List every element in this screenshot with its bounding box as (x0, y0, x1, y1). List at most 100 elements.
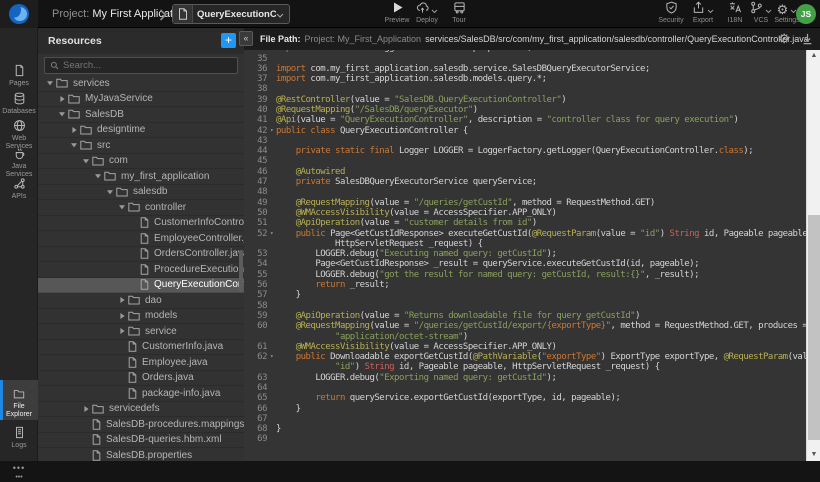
tree-item-designtime[interactable]: designtime (38, 123, 244, 139)
tree-item-models[interactable]: models (38, 309, 244, 325)
line-number: 44 (244, 146, 267, 156)
editor-scrollbar[interactable]: ▲ ▼ (806, 50, 820, 461)
fold-gutter (267, 95, 276, 105)
line-number: 47 (244, 177, 267, 187)
sidebar-item-web-services[interactable]: Web Services (0, 117, 38, 145)
tree-item-service[interactable]: service (38, 324, 244, 340)
tree-item-procedureexecutioncontroller-java[interactable]: ProcedureExecutionController.java (38, 262, 244, 278)
fold-marker-icon[interactable]: ▾ (267, 229, 276, 239)
tree-item-label: designtime (97, 124, 145, 135)
tree-scrollbar-thumb[interactable] (239, 250, 243, 292)
code-line: 35 (244, 54, 806, 64)
tree-item-queryexecutioncontroller-java[interactable]: QueryExecutionController.java (38, 278, 244, 294)
tree-item-servicedefs[interactable]: servicedefs (38, 402, 244, 418)
add-resource-button[interactable]: + (221, 33, 236, 48)
triangle-collapsed-icon[interactable] (58, 95, 68, 103)
triangle-collapsed-icon[interactable] (82, 405, 92, 413)
export-button[interactable]: Export (688, 2, 718, 25)
security-button[interactable]: Security (656, 2, 686, 25)
code-text: @RestController(value = "SalesDB.QueryEx… (276, 95, 806, 105)
triangle-expanded-icon[interactable] (70, 141, 80, 149)
tree-item-salesdb-properties[interactable]: SalesDB.properties (38, 448, 244, 461)
tree-item-salesdb[interactable]: salesdb (38, 185, 244, 201)
file-icon (92, 450, 101, 461)
search-placeholder: Search... (63, 60, 101, 71)
tree-item-label: service (145, 326, 177, 337)
triangle-expanded-icon[interactable] (58, 110, 68, 118)
tree-item-label: models (145, 310, 177, 321)
tree-item-services[interactable]: services (38, 76, 244, 92)
tree-item-controller[interactable]: controller (38, 200, 244, 216)
deploy-button[interactable]: Deploy (412, 2, 442, 25)
open-file-tab-dropdown[interactable]: QueryExecutionCon... (172, 4, 290, 24)
fold-marker-icon[interactable]: ▾ (267, 126, 276, 136)
editor-scrollbar-thumb[interactable] (808, 215, 820, 440)
globe-icon (0, 119, 38, 133)
triangle-collapsed-icon[interactable] (118, 312, 128, 320)
tour-button[interactable]: Tour (444, 2, 474, 25)
tree-item-customerinfo-java[interactable]: CustomerInfo.java (38, 340, 244, 356)
code-text (276, 54, 806, 64)
triangle-expanded-icon[interactable] (46, 79, 56, 87)
triangle-collapsed-icon[interactable] (70, 126, 80, 134)
sidebar-item-file-explorer[interactable]: File Explorer (0, 380, 38, 420)
tree-item-orders-java[interactable]: Orders.java (38, 371, 244, 387)
sidebar-item-java-services[interactable]: Java Services (0, 145, 38, 173)
wavemaker-logo-icon (8, 3, 30, 25)
triangle-expanded-icon[interactable] (82, 157, 92, 165)
fold-gutter (267, 342, 276, 352)
code-line: HttpServletRequest _request) { (244, 239, 806, 249)
sidebar-item-more[interactable]: •••••• (0, 456, 38, 476)
scroll-down-arrow[interactable]: ▼ (807, 449, 820, 461)
tree-item-customerinfocontroller-java[interactable]: CustomerInfoController.java (38, 216, 244, 232)
tree-item-my-first-application[interactable]: my_first_application (38, 169, 244, 185)
tree-item-salesdb-procedures-mappings-json[interactable]: SalesDB-procedures.mappings.json (38, 417, 244, 433)
triangle-collapsed-icon[interactable] (118, 327, 128, 335)
fold-gutter (267, 321, 276, 331)
tree-item-com[interactable]: com (38, 154, 244, 170)
fold-gutter (267, 332, 276, 342)
file-path-bar: File Path: Project: My_First_Application… (244, 28, 820, 50)
tree-item-dao[interactable]: dao (38, 293, 244, 309)
fold-gutter (267, 249, 276, 259)
download-file-icon[interactable] (801, 32, 814, 51)
project-title: Project: My First Application (52, 0, 188, 28)
code-editor[interactable]: 32import com.wavemaker.tools.api.core.mo… (244, 28, 820, 461)
app-logo[interactable] (0, 0, 38, 28)
tree-item-salesdb[interactable]: SalesDB (38, 107, 244, 123)
code-line: 60 @RequestMapping(value = "/queries/get… (244, 321, 806, 331)
fold-gutter (267, 383, 276, 393)
tree-item-employee-java[interactable]: Employee.java (38, 355, 244, 371)
tree-item-src[interactable]: src (38, 138, 244, 154)
line-number: 37 (244, 74, 267, 84)
tree-item-label: SalesDB-queries.hbm.xml (106, 434, 222, 445)
triangle-expanded-icon[interactable] (106, 188, 116, 196)
tree-item-myjavaservice[interactable]: MyJavaService (38, 92, 244, 108)
tree-item-package-info-java[interactable]: package-info.java (38, 386, 244, 402)
chevron-down-icon (431, 1, 438, 19)
sidebar-item-pages[interactable]: Pages (0, 62, 38, 88)
tree-item-salesdb-queries-hbm-xml[interactable]: SalesDB-queries.hbm.xml (38, 433, 244, 449)
user-avatar[interactable]: JS (796, 4, 816, 24)
code-line: 40@RequestMapping("/SalesDB/queryExecuto… (244, 105, 806, 115)
editor-settings-gear-icon[interactable]: ⚙ (778, 31, 790, 47)
code-text: @WMAccessVisibility(value = AccessSpecif… (276, 342, 806, 352)
sidebar-item-apis[interactable]: APIs (0, 175, 38, 201)
tree-item-employeecontroller-java[interactable]: EmployeeController.java (38, 231, 244, 247)
fold-marker-icon[interactable]: ▾ (267, 352, 276, 362)
fold-gutter (267, 270, 276, 280)
code-text: import com.my_first_application.salesdb.… (276, 64, 806, 74)
tree-item-label: dao (145, 295, 162, 306)
preview-button[interactable]: Preview (382, 2, 412, 25)
triangle-expanded-icon[interactable] (118, 203, 128, 211)
resources-search-input[interactable]: Search... (44, 57, 238, 74)
folder-icon (56, 78, 68, 88)
triangle-collapsed-icon[interactable] (118, 296, 128, 304)
tree-item-label: ProcedureExecutionController.java (154, 264, 244, 275)
sidebar-item-logs[interactable]: Logs (0, 424, 38, 450)
collapse-panel-button[interactable]: « (239, 31, 253, 46)
triangle-expanded-icon[interactable] (94, 172, 104, 180)
sidebar-item-databases[interactable]: Databases (0, 90, 38, 116)
tree-item-orderscontroller-java[interactable]: OrdersController.java (38, 247, 244, 263)
scroll-up-arrow[interactable]: ▲ (807, 50, 820, 62)
